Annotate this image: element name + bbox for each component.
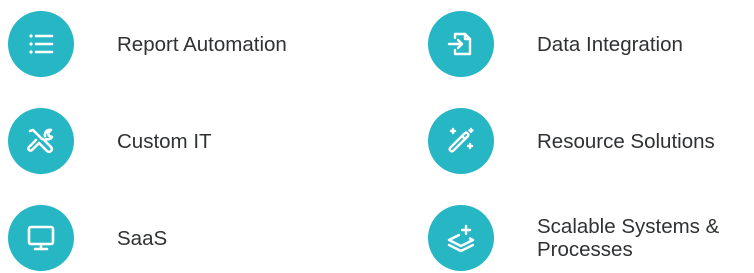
- service-saas[interactable]: SaaS: [8, 205, 167, 271]
- service-custom-it[interactable]: Custom IT: [8, 108, 212, 174]
- service-label: Custom IT: [117, 129, 212, 153]
- service-label: Report Automation: [117, 32, 287, 56]
- service-resource-solutions[interactable]: Resource Solutions: [428, 108, 715, 174]
- import-icon: [428, 11, 494, 77]
- service-label: Scalable Systems & Processes: [537, 215, 720, 261]
- service-label: SaaS: [117, 226, 168, 250]
- service-data-integration[interactable]: Data Integration: [428, 11, 683, 77]
- layers-plus-icon: [428, 205, 494, 271]
- service-label: Data Integration: [537, 32, 683, 56]
- service-scalable-systems[interactable]: Scalable Systems & Processes: [428, 205, 754, 271]
- service-label: Resource Solutions: [537, 129, 715, 153]
- magic-wand-icon: [428, 108, 494, 174]
- monitor-icon: [8, 205, 74, 271]
- service-report-automation[interactable]: Report Automation: [8, 11, 287, 77]
- list-icon: [8, 11, 74, 77]
- tools-icon: [8, 108, 74, 174]
